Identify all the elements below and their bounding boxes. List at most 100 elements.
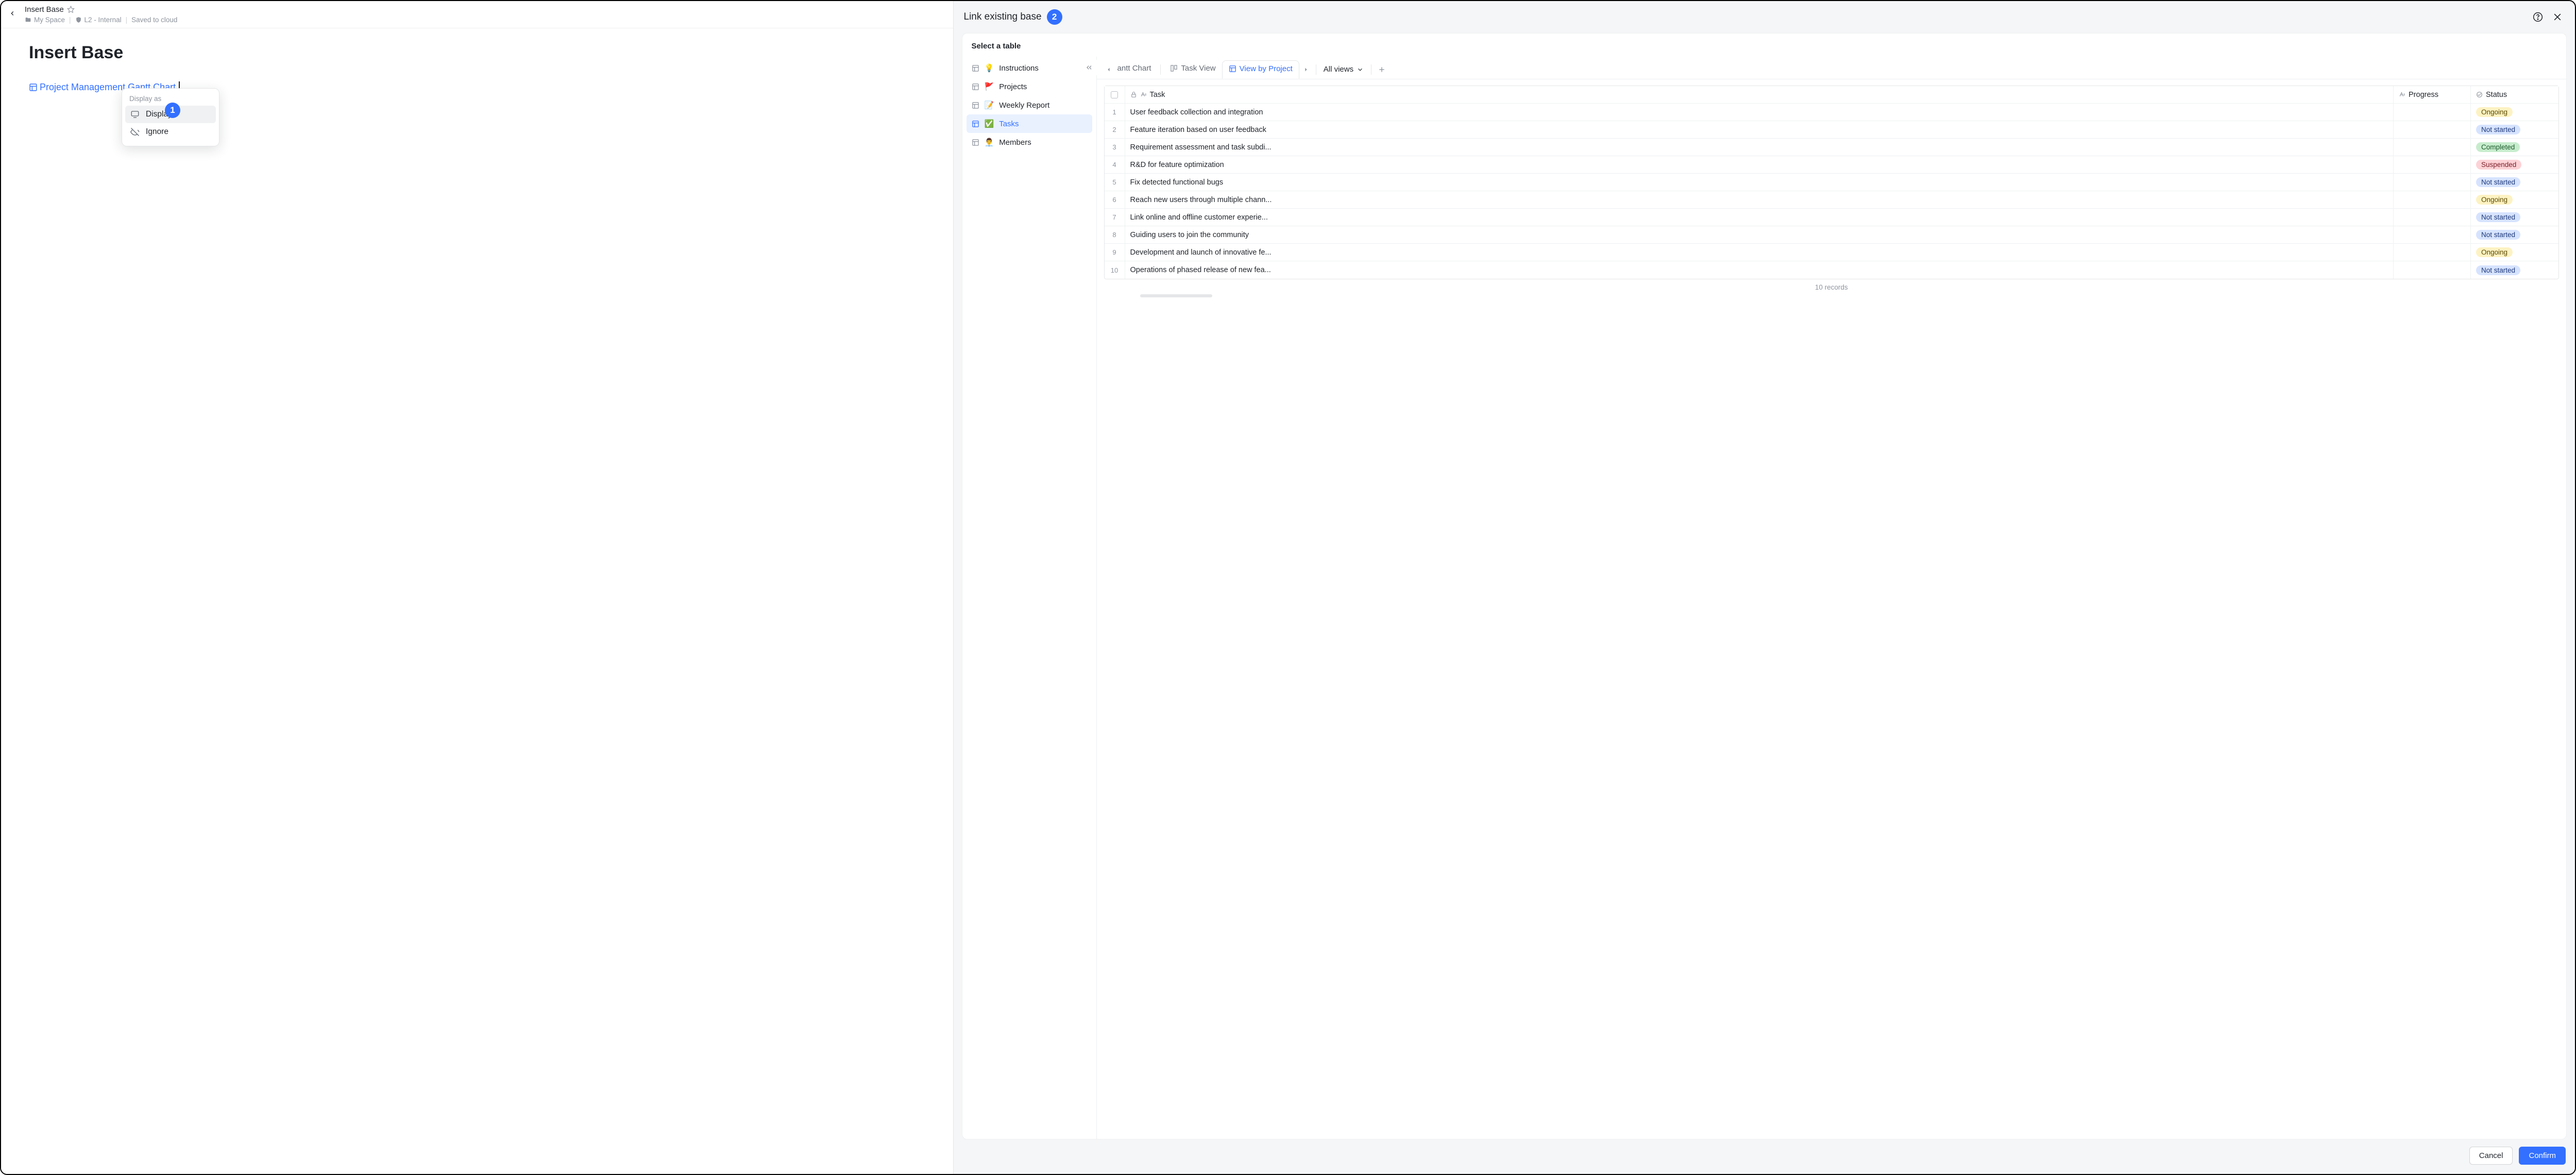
tab-task-view[interactable]: Task View xyxy=(1164,61,1222,78)
cell-task[interactable]: Link online and offline customer experie… xyxy=(1125,209,2394,226)
all-views-dropdown[interactable]: All views xyxy=(1319,65,1368,74)
status-badge: Not started xyxy=(2476,212,2520,222)
tab-view-by-project[interactable]: View by Project xyxy=(1222,60,1299,79)
chevron-double-left-icon xyxy=(1085,63,1093,72)
breadcrumb: My Space | L2 - Internal | Saved to clou… xyxy=(25,16,947,24)
help-button[interactable] xyxy=(2531,10,2545,24)
row-number: 9 xyxy=(1105,244,1125,261)
cell-status[interactable]: Not started xyxy=(2471,121,2558,138)
cell-status[interactable]: Completed xyxy=(2471,139,2558,156)
row-number: 3 xyxy=(1105,139,1125,156)
cell-progress[interactable] xyxy=(2394,226,2471,243)
tabs-scroll-right[interactable] xyxy=(1299,62,1313,77)
base-icon xyxy=(29,83,38,92)
cell-task[interactable]: Operations of phased release of new fea.… xyxy=(1125,261,2394,279)
column-header-progress[interactable]: Progress xyxy=(2394,86,2471,103)
cell-progress[interactable] xyxy=(2394,261,2471,279)
grid-icon xyxy=(1229,65,1236,73)
table-row[interactable]: 7Link online and offline customer experi… xyxy=(1105,209,2558,226)
help-icon xyxy=(2533,12,2543,22)
horizontal-scrollbar[interactable] xyxy=(1140,294,1212,297)
step-badge-1: 1 xyxy=(165,103,180,118)
table-emoji: 💡 xyxy=(985,63,994,73)
confirm-button[interactable]: Confirm xyxy=(2519,1147,2566,1165)
table-icon xyxy=(972,102,979,109)
table-row[interactable]: 3Requirement assessment and task subdi..… xyxy=(1105,139,2558,156)
cell-task[interactable]: Requirement assessment and task subdi... xyxy=(1125,139,2394,156)
table-preview: antt Chart Task View xyxy=(1096,57,2566,1139)
cell-status[interactable]: Ongoing xyxy=(2471,191,2558,208)
document-pane: Insert Base My Space | xyxy=(1,1,954,1174)
cell-progress[interactable] xyxy=(2394,104,2471,121)
table-row[interactable]: 9Development and launch of innovative fe… xyxy=(1105,244,2558,261)
cell-task[interactable]: Feature iteration based on user feedback xyxy=(1125,121,2394,138)
cell-status[interactable]: Not started xyxy=(2471,174,2558,191)
table-list-item[interactable]: 🚩Projects xyxy=(967,77,1092,96)
breadcrumb-security[interactable]: L2 - Internal xyxy=(75,16,122,24)
row-number: 7 xyxy=(1105,209,1125,226)
cell-status[interactable]: Not started xyxy=(2471,209,2558,226)
table-row[interactable]: 4R&D for feature optimizationSuspended xyxy=(1105,156,2558,174)
table-row[interactable]: 5Fix detected functional bugsNot started xyxy=(1105,174,2558,191)
back-button[interactable] xyxy=(5,6,20,21)
cell-status[interactable]: Not started xyxy=(2471,226,2558,243)
cell-status[interactable]: Ongoing xyxy=(2471,104,2558,121)
table-emoji: 🚩 xyxy=(985,82,994,91)
monitor-icon xyxy=(130,110,140,119)
table-emoji: 📝 xyxy=(985,100,994,110)
select-all-checkbox[interactable] xyxy=(1111,91,1118,98)
table-row[interactable]: 2Feature iteration based on user feedbac… xyxy=(1105,121,2558,139)
table-row[interactable]: 10Operations of phased release of new fe… xyxy=(1105,261,2558,279)
breadcrumb-saved: Saved to cloud xyxy=(131,16,177,24)
display-option-ignore[interactable]: Ignore xyxy=(125,123,216,141)
cell-task[interactable]: User feedback collection and integration xyxy=(1125,104,2394,121)
table-icon xyxy=(972,64,979,72)
cell-progress[interactable] xyxy=(2394,139,2471,156)
collapse-sidebar-button[interactable] xyxy=(1081,60,1097,75)
table-list-item[interactable]: 👨‍💼Members xyxy=(967,133,1092,152)
row-number: 6 xyxy=(1105,191,1125,208)
column-header-task[interactable]: Task xyxy=(1125,86,2394,103)
cancel-button[interactable]: Cancel xyxy=(2469,1147,2513,1165)
column-header-status[interactable]: Status xyxy=(2471,86,2558,103)
tabs-scroll-left[interactable] xyxy=(1102,62,1115,77)
cell-task[interactable]: Development and launch of innovative fe.… xyxy=(1125,244,2394,261)
chevron-left-icon xyxy=(9,10,16,17)
cell-progress[interactable] xyxy=(2394,244,2471,261)
cell-status[interactable]: Not started xyxy=(2471,261,2558,279)
cell-task[interactable]: Guiding users to join the community xyxy=(1125,226,2394,243)
triangle-left-icon xyxy=(1106,67,1111,72)
table-list-item[interactable]: 📝 Weekly Report xyxy=(967,96,1092,114)
row-number: 10 xyxy=(1105,261,1125,279)
cell-task[interactable]: Fix detected functional bugs xyxy=(1125,174,2394,191)
table-emoji: 👨‍💼 xyxy=(985,138,994,147)
cell-task[interactable]: Reach new users through multiple chann..… xyxy=(1125,191,2394,208)
table-row[interactable]: 6Reach new users through multiple chann.… xyxy=(1105,191,2558,209)
record-count: 10 records xyxy=(1104,279,2559,293)
add-view-button[interactable] xyxy=(1375,62,1389,77)
status-badge: Not started xyxy=(2476,230,2520,240)
row-number: 8 xyxy=(1105,226,1125,243)
cell-progress[interactable] xyxy=(2394,156,2471,173)
tab-gantt-chart[interactable]: antt Chart xyxy=(1115,61,1158,78)
table-label: Weekly Report xyxy=(999,101,1049,110)
triangle-right-icon xyxy=(1303,67,1309,72)
cell-task[interactable]: R&D for feature optimization xyxy=(1125,156,2394,173)
document-header: Insert Base My Space | xyxy=(1,1,953,28)
close-button[interactable] xyxy=(2550,10,2565,24)
star-icon[interactable] xyxy=(67,6,75,13)
cell-progress[interactable] xyxy=(2394,174,2471,191)
breadcrumb-space[interactable]: My Space xyxy=(25,16,65,24)
table-row[interactable]: 1User feedback collection and integratio… xyxy=(1105,104,2558,121)
table-label: Tasks xyxy=(999,120,1019,128)
table-row[interactable]: 8Guiding users to join the community Not … xyxy=(1105,226,2558,244)
cell-status[interactable]: Ongoing xyxy=(2471,244,2558,261)
status-badge: Ongoing xyxy=(2476,107,2513,117)
chevron-down-icon xyxy=(1357,66,1364,73)
table-list-item[interactable]: 💡Instructions xyxy=(967,59,1092,77)
cell-progress[interactable] xyxy=(2394,121,2471,138)
cell-progress[interactable] xyxy=(2394,191,2471,208)
cell-progress[interactable] xyxy=(2394,209,2471,226)
cell-status[interactable]: Suspended xyxy=(2471,156,2558,173)
table-list-item[interactable]: ✅Tasks xyxy=(967,114,1092,133)
